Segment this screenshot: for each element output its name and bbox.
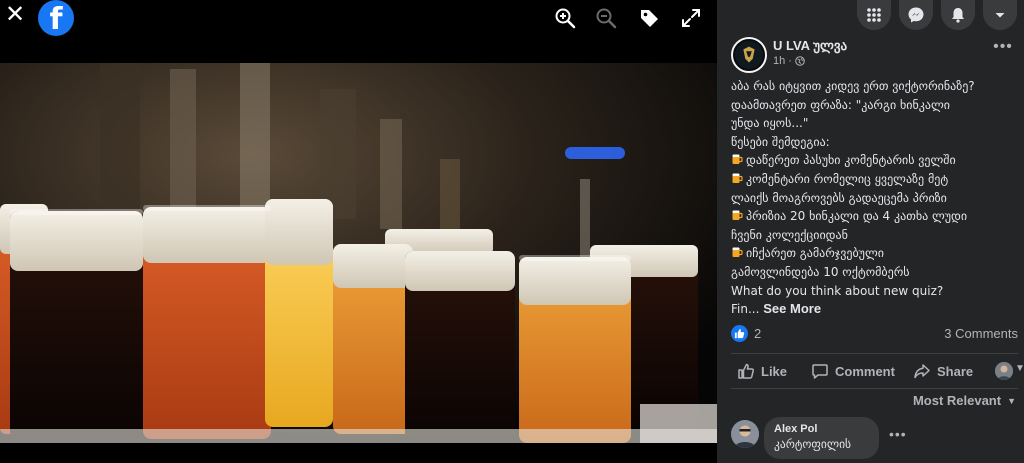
fullscreen-icon[interactable] <box>680 7 702 29</box>
commenter-avatar[interactable] <box>731 420 759 448</box>
post-photo <box>0 59 717 443</box>
post-text-line: ლაიქს მოაგროვებს გადაეცემა პრიზი <box>731 190 947 205</box>
commenter-name[interactable]: Alex Pol <box>774 423 869 435</box>
post-time[interactable]: 1h · <box>773 55 792 67</box>
beer-mug-icon <box>732 247 743 258</box>
author-avatar[interactable] <box>731 37 767 73</box>
divider <box>731 388 1018 389</box>
post-panel: U LVA ულვა 1h · ••• აბა რას იტყვით კიდევ… <box>717 0 1024 463</box>
beer-mugs-image <box>0 59 717 443</box>
beer-mug-icon <box>732 173 743 183</box>
beer-mug-icon <box>732 210 743 221</box>
photo-viewer: ✕ f <box>0 0 717 463</box>
see-more-link[interactable]: See More <box>763 301 821 316</box>
post-text-line: ჩვენი კოლექციიდან <box>731 227 848 242</box>
comments-count[interactable]: 3 Comments <box>944 326 1018 341</box>
post-text-line: უნდა იყოს..." <box>731 116 809 131</box>
facebook-logo[interactable]: f <box>38 0 74 36</box>
post-text-line: პრიზია 20 ხინკალი და 4 კათხა ლუდი <box>731 207 1021 226</box>
comment-sort-dropdown[interactable]: Most Relevant ▼ <box>913 393 1016 408</box>
post-text-line: Fin... See More <box>731 301 822 317</box>
notifications-icon[interactable] <box>941 0 975 30</box>
like-reaction-icon <box>731 325 748 342</box>
like-button[interactable]: Like <box>737 362 787 380</box>
menu-grid-icon[interactable] <box>857 0 891 30</box>
comment-options-icon[interactable]: ••• <box>889 427 907 441</box>
reaction-count: 2 <box>754 326 762 341</box>
comment-button[interactable]: Comment <box>811 362 895 380</box>
reactions-summary[interactable]: 2 <box>731 325 761 342</box>
share-icon <box>914 364 930 379</box>
post-text-line: იჩქარეთ გამარჯვებული <box>731 244 1021 263</box>
post-text-line: გამოვლინდება 10 ოქტომბერს <box>731 264 910 279</box>
messenger-icon[interactable] <box>899 0 933 30</box>
beer-mug-icon <box>732 154 743 165</box>
post-text: აბა რას იტყვით კიდევ ერთ ვიქტორინაზე? დაა… <box>731 77 1021 319</box>
zoom-out-icon[interactable] <box>595 7 617 29</box>
close-icon[interactable]: ✕ <box>4 3 26 27</box>
post-meta: 1h · <box>773 55 805 67</box>
comment-bubble: Alex Pol კარტოფილის <box>764 417 879 459</box>
viewer-toolbar: ✕ f <box>0 0 717 58</box>
post-text-line: წესები შემდეგია: <box>731 134 830 149</box>
divider <box>731 353 1018 354</box>
post-options-icon[interactable]: ••• <box>992 39 1014 58</box>
chevron-down-icon: ▼ <box>1007 395 1016 406</box>
zoom-in-icon[interactable] <box>554 7 576 29</box>
post-text-line: აბა რას იტყვით კიდევ ერთ ვიქტორინაზე? <box>731 79 975 93</box>
globe-icon <box>795 56 805 66</box>
chevron-down-icon[interactable]: ▼ <box>1015 363 1024 374</box>
post-text-line: დაწერეთ პასუხი კომენტარის ველში <box>731 151 1021 170</box>
tag-icon[interactable] <box>638 7 660 29</box>
author-name[interactable]: U LVA ულვა <box>773 38 847 54</box>
post-text-line: კომენტარი რომელიც ყველაზე მეტ <box>731 170 1021 189</box>
thumbs-up-icon <box>738 363 755 379</box>
account-caret-icon[interactable] <box>983 0 1017 30</box>
post-text-line: დაამთავრეთ ფრაზა: "კარგი ხინკალი <box>731 97 950 112</box>
post-text-line: What do you think about new quiz? <box>731 283 944 298</box>
reaction-profile-avatar[interactable] <box>995 362 1013 380</box>
comment-icon <box>812 364 828 379</box>
share-button[interactable]: Share <box>913 362 973 380</box>
comment-text: კარტოფილის <box>774 437 852 451</box>
